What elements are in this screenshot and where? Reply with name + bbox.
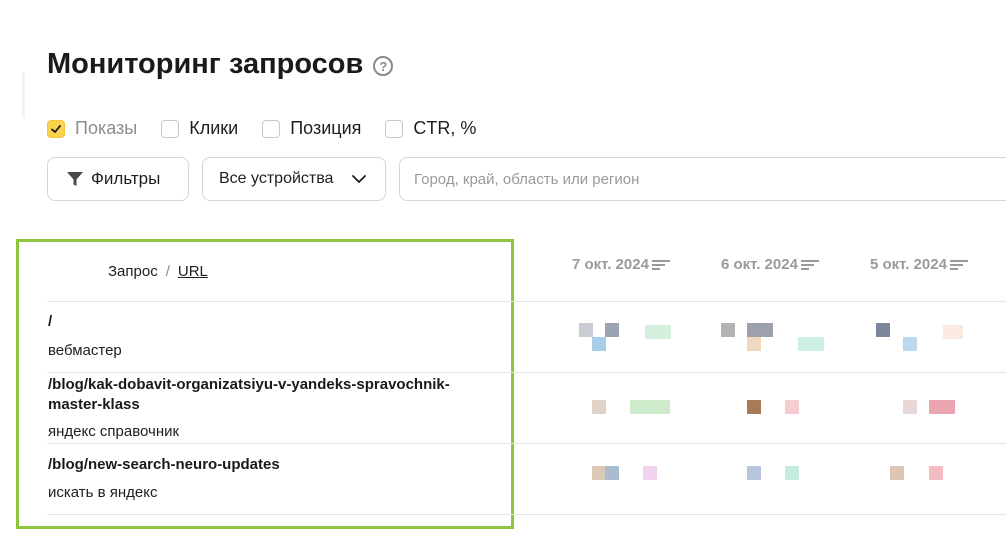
devices-label: Все устройства xyxy=(219,170,334,187)
row-query: искать в яндекс xyxy=(48,484,158,501)
header-url-link[interactable]: URL xyxy=(178,263,208,280)
row-query: яндекс справочник xyxy=(48,423,180,440)
row-url-link[interactable]: / xyxy=(48,312,488,332)
metric-label: Клики xyxy=(189,118,239,138)
date-label: 7 окт. 2024 xyxy=(572,256,649,273)
checkbox-ctr[interactable] xyxy=(385,119,404,138)
header-separator: / xyxy=(165,263,170,280)
obscured-value xyxy=(929,400,955,414)
date-column-header[interactable]: 6 окт. 2024 xyxy=(721,256,819,273)
obscured-value xyxy=(785,400,799,414)
obscured-value xyxy=(605,323,619,337)
table-divider xyxy=(47,514,1006,515)
table-divider xyxy=(47,443,1006,444)
table-divider xyxy=(47,301,1006,302)
metric-ctr[interactable]: CTR, % xyxy=(385,118,476,139)
sort-icon xyxy=(949,259,968,270)
row-query: вебмастер xyxy=(48,342,122,359)
metric-label: Показы xyxy=(75,118,138,138)
page-title: Мониторинг запросов ? xyxy=(47,48,394,81)
obscured-value xyxy=(592,400,606,414)
date-column-header[interactable]: 5 окт. 2024 xyxy=(870,256,968,273)
obscured-value xyxy=(747,323,773,337)
checkbox-impressions[interactable] xyxy=(47,119,65,138)
obscured-value xyxy=(929,466,943,480)
metric-position[interactable]: Позиция xyxy=(262,118,361,139)
obscured-value xyxy=(890,466,904,480)
sort-icon xyxy=(800,259,819,270)
metric-impressions[interactable]: Показы xyxy=(47,118,137,139)
obscured-value xyxy=(747,337,761,351)
filters-button[interactable]: Фильтры xyxy=(47,157,189,201)
obscured-value xyxy=(592,337,606,351)
check-icon xyxy=(51,124,61,133)
page-title-text: Мониторинг запросов xyxy=(47,48,364,80)
row-url-link[interactable]: /blog/kak-dobavit-organizatsiyu-v-yandek… xyxy=(48,375,488,415)
header-query[interactable]: Запрос xyxy=(108,263,158,280)
obscured-value xyxy=(747,400,761,414)
obscured-value xyxy=(798,337,824,351)
obscured-value xyxy=(643,466,657,480)
region-input[interactable] xyxy=(399,157,1006,201)
obscured-value xyxy=(903,400,917,414)
date-label: 5 окт. 2024 xyxy=(870,256,947,273)
checkbox-clicks[interactable] xyxy=(161,119,180,138)
metric-label: Позиция xyxy=(290,118,362,138)
metric-clicks[interactable]: Клики xyxy=(161,118,238,139)
sort-icon xyxy=(651,259,670,270)
obscured-value xyxy=(721,323,735,337)
question-circle-icon[interactable]: ? xyxy=(373,56,394,76)
decorative-bar xyxy=(22,72,25,118)
chevron-down-icon xyxy=(352,175,367,184)
obscured-value xyxy=(903,337,917,351)
metric-selector: Показы Клики Позиция CTR, % xyxy=(47,118,476,139)
obscured-value xyxy=(785,466,799,480)
date-column-header[interactable]: 7 окт. 2024 xyxy=(572,256,670,273)
obscured-value xyxy=(645,325,671,339)
obscured-value xyxy=(630,400,670,414)
table-header-query-url: Запрос / URL xyxy=(108,263,208,280)
filter-controls: Фильтры Все устройства xyxy=(47,157,1006,201)
filters-label: Фильтры xyxy=(91,169,161,188)
obscured-value xyxy=(876,323,890,337)
checkbox-position[interactable] xyxy=(262,119,281,138)
obscured-value xyxy=(579,323,593,337)
obscured-value xyxy=(592,466,606,480)
devices-select[interactable]: Все устройства xyxy=(202,157,386,201)
date-label: 6 окт. 2024 xyxy=(721,256,798,273)
obscured-value xyxy=(747,466,761,480)
obscured-value xyxy=(605,466,619,480)
obscured-value xyxy=(943,325,963,339)
funnel-icon xyxy=(67,172,83,186)
metric-label: CTR, % xyxy=(413,118,477,138)
table-divider xyxy=(47,372,1006,373)
row-url-link[interactable]: /blog/new-search-neuro-updates xyxy=(48,455,488,475)
